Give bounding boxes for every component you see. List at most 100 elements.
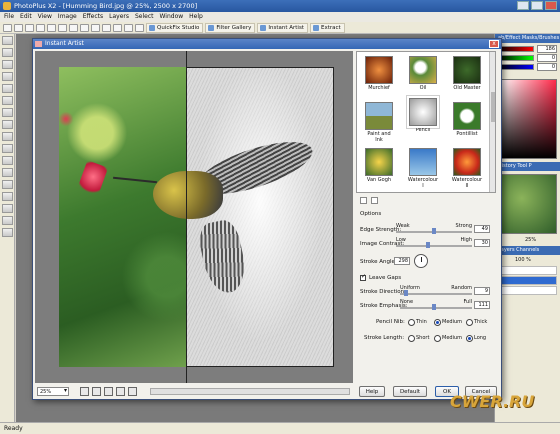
dodge-tool-icon[interactable] [2, 156, 13, 165]
move-tool-icon[interactable] [2, 36, 13, 45]
clone-tool-icon[interactable] [2, 108, 13, 117]
menu-view[interactable]: View [38, 12, 52, 22]
stroke-direction-handle[interactable] [404, 290, 408, 296]
pencil-nib-medium-radio[interactable]: Medium [434, 319, 462, 326]
instant-artist-button[interactable]: Instant Artist [257, 22, 308, 33]
thumbnails-scrollbar[interactable] [489, 52, 495, 192]
brush-icon[interactable] [124, 23, 133, 32]
thumb-pontillist[interactable]: Pontillist [451, 102, 483, 137]
eraser-tool-icon[interactable] [2, 120, 13, 129]
thumb-murchief[interactable]: Murchief [363, 56, 395, 91]
pencil-nib-thick-radio[interactable]: Thick [466, 319, 487, 326]
split-horizontal-icon[interactable] [104, 386, 113, 396]
close-button[interactable] [545, 1, 557, 10]
stroke-emphasis-handle[interactable] [432, 304, 436, 310]
zoom-icon[interactable] [102, 23, 111, 32]
thumb-watercolour-1[interactable]: Watercolour I [407, 148, 439, 189]
smudge-tool-icon[interactable] [2, 144, 13, 153]
thumb-paint-and-ink[interactable]: Paint and Ink [363, 102, 395, 143]
edge-strength-value[interactable]: 49 [474, 225, 490, 233]
extract-button[interactable]: Extract [309, 22, 345, 33]
single-view-icon[interactable] [80, 386, 89, 396]
layers-panel-header[interactable]: Layers Channels [495, 246, 560, 255]
delete-preset-icon[interactable] [371, 197, 378, 204]
zoom-select[interactable]: 25% [37, 386, 69, 396]
lasso-tool-icon[interactable] [2, 60, 13, 69]
select-tool-icon[interactable] [2, 48, 13, 57]
navigator-zoom[interactable]: 25% [495, 237, 560, 243]
stroke-emphasis-value[interactable]: 111 [474, 301, 490, 309]
menu-file[interactable]: File [4, 12, 14, 22]
thumb-pencil[interactable]: Pencil [407, 96, 439, 133]
dialog-close-button[interactable]: x [489, 40, 499, 48]
stroke-length-medium-radio[interactable]: Medium [434, 335, 462, 342]
print-icon[interactable] [36, 23, 45, 32]
new-preset-icon[interactable] [360, 197, 367, 204]
split-divider[interactable] [186, 51, 187, 383]
layer-row[interactable] [498, 266, 557, 275]
stroke-length-short-radio[interactable]: Short [408, 335, 429, 342]
stroke-length-long-radio[interactable]: Long [466, 335, 486, 342]
image-contrast-value[interactable]: 30 [474, 239, 490, 247]
crop-tool-icon[interactable] [2, 72, 13, 81]
filter-gallery-button[interactable]: Filter Gallery [205, 22, 256, 33]
help-button[interactable]: Help [359, 386, 385, 397]
thumb-old-master[interactable]: Old Master [451, 56, 483, 91]
eyedropper-tool-icon[interactable] [2, 216, 13, 225]
straighten-tool-icon[interactable] [2, 84, 13, 93]
blue-slider[interactable]: 0 [498, 63, 557, 71]
help-icon[interactable] [135, 23, 144, 32]
pen-tool-icon[interactable] [2, 204, 13, 213]
shape-tool-icon[interactable] [2, 192, 13, 201]
fill-tool-icon[interactable] [2, 132, 13, 141]
zoom-tool-icon[interactable] [2, 228, 13, 237]
edge-strength-handle[interactable] [432, 228, 436, 234]
duplicate-view-icon[interactable] [128, 386, 137, 396]
red-value[interactable]: 186 [537, 45, 557, 53]
hand-icon[interactable] [113, 23, 122, 32]
layer-opacity[interactable]: 100 % [495, 255, 560, 265]
navigator-panel-header[interactable]: History Tool P [495, 162, 560, 171]
pencil-nib-thin-radio[interactable]: Thin [408, 319, 427, 326]
new-file-icon[interactable] [3, 23, 12, 32]
split-vertical-icon[interactable] [92, 386, 101, 396]
quickfix-studio-button[interactable]: QuickFix Studio [146, 22, 204, 33]
menu-edit[interactable]: Edit [20, 12, 32, 22]
maximize-button[interactable] [531, 1, 543, 10]
stroke-direction-value[interactable]: 9 [474, 287, 490, 295]
default-button[interactable]: Default [393, 386, 427, 397]
navigator-thumbnail[interactable] [498, 174, 557, 234]
color-panel-header[interactable]: ab/Effect Masks/Brushes [495, 34, 560, 43]
menu-window[interactable]: Window [160, 12, 184, 22]
menu-image[interactable]: Image [58, 12, 77, 22]
thumb-watercolour-2[interactable]: Watercolour II [451, 148, 483, 189]
green-slider[interactable]: 0 [498, 54, 557, 62]
side-by-side-icon[interactable] [116, 386, 125, 396]
text-tool-icon[interactable] [2, 180, 13, 189]
stroke-angle-dial[interactable] [414, 254, 428, 268]
paint-tool-icon[interactable] [2, 96, 13, 105]
color-spectrum[interactable] [498, 79, 557, 159]
stroke-angle-value[interactable]: 298 [394, 257, 410, 265]
menu-effects[interactable]: Effects [83, 12, 103, 22]
undo-icon[interactable] [80, 23, 89, 32]
redo-icon[interactable] [91, 23, 100, 32]
menu-help[interactable]: Help [189, 12, 203, 22]
image-contrast-slider[interactable]: Low High [396, 237, 472, 248]
preview-scrollbar[interactable] [150, 387, 350, 395]
red-eye-tool-icon[interactable] [2, 168, 13, 177]
blue-value[interactable]: 0 [537, 63, 557, 71]
scrollbar-thumb[interactable] [491, 92, 495, 122]
cut-icon[interactable] [47, 23, 56, 32]
thumb-oil[interactable]: Oil [407, 56, 439, 91]
copy-icon[interactable] [58, 23, 67, 32]
red-slider[interactable]: 186 [498, 45, 557, 53]
open-file-icon[interactable] [14, 23, 23, 32]
layer-row[interactable] [498, 286, 557, 295]
edge-strength-slider[interactable]: Weak Strong [396, 223, 472, 234]
menu-select[interactable]: Select [135, 12, 154, 22]
minimize-button[interactable] [517, 1, 529, 10]
stroke-emphasis-slider[interactable]: None Full [400, 299, 472, 310]
leave-gaps-checkbox[interactable] [360, 273, 366, 281]
layer-row-selected[interactable] [498, 276, 557, 285]
